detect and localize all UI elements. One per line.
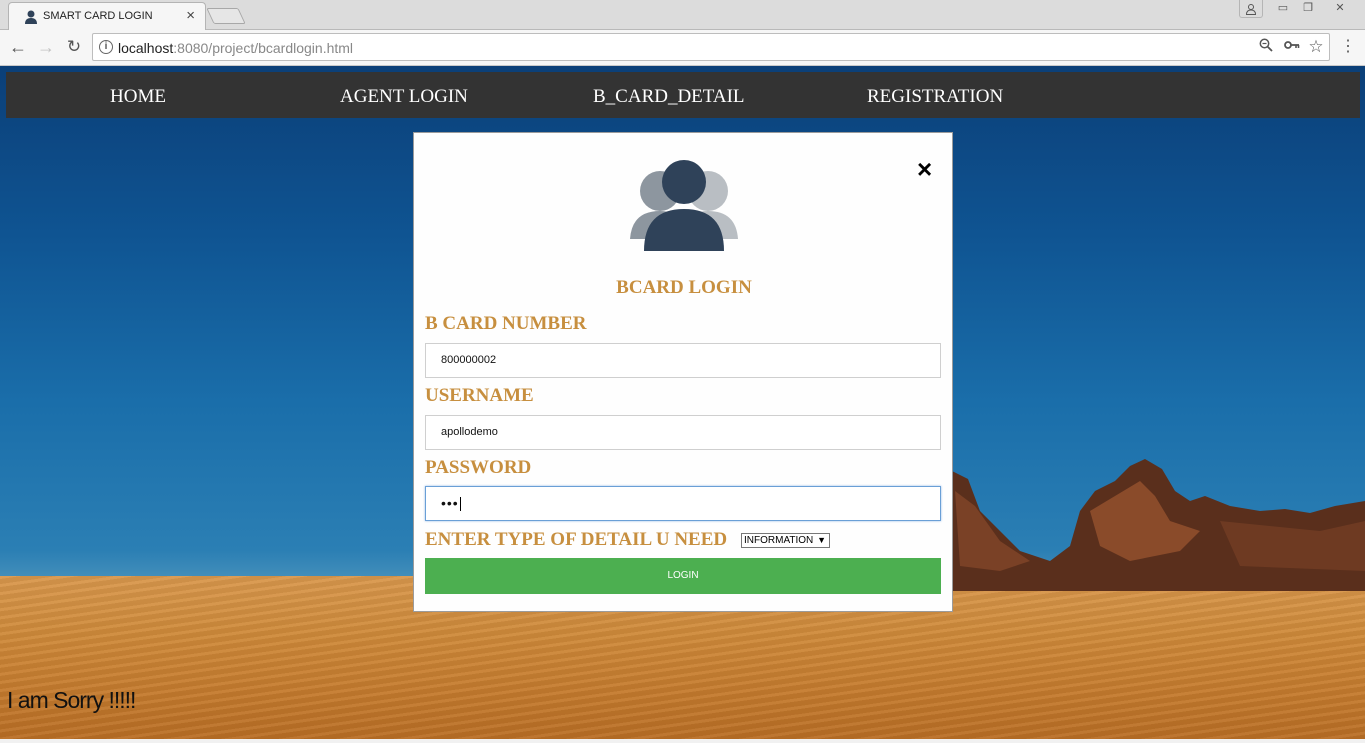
top-navigation: HOME AGENT LOGIN B_CARD_DETAIL REGISTRAT…	[6, 72, 1360, 118]
tab-close-icon[interactable]: ×	[186, 7, 195, 25]
tab-bar: SMART CARD LOGIN × ▭ ❐ ✕	[0, 0, 1365, 30]
sorry-message: I am Sorry !!!!!	[7, 687, 136, 713]
password-input[interactable]: •••	[425, 486, 941, 521]
url-host: localhost	[118, 40, 174, 56]
close-icon[interactable]: ×	[917, 156, 932, 182]
text-cursor	[459, 497, 461, 512]
username-input[interactable]: apollodemo	[425, 415, 941, 450]
reload-icon[interactable]: ↻	[62, 36, 86, 58]
info-icon[interactable]: i	[99, 40, 113, 54]
username-label: USERNAME	[425, 385, 534, 406]
bookmark-star-icon[interactable]: ☆	[1307, 38, 1325, 56]
user-profile-icon[interactable]	[1239, 0, 1263, 18]
nav-registration-link[interactable]: REGISTRATION	[867, 86, 1003, 108]
detail-type-selected: INFORMATION	[744, 535, 814, 546]
minimize-icon[interactable]: ▭	[1270, 0, 1296, 18]
new-tab-button[interactable]	[206, 8, 246, 24]
url-text[interactable]: localhost:8080/project/bcardlogin.html	[118, 40, 353, 56]
nav-bcard-detail-link[interactable]: B_CARD_DETAIL	[593, 86, 745, 108]
window-close-icon[interactable]: ✕	[1326, 0, 1354, 18]
kebab-menu-icon[interactable]: ⋮	[1340, 37, 1356, 59]
card-number-input[interactable]: 800000002	[425, 343, 941, 378]
password-masked-value: •••	[441, 495, 459, 511]
address-bar[interactable]: i localhost:8080/project/bcardlogin.html…	[92, 33, 1330, 61]
maximize-icon[interactable]: ❐	[1295, 0, 1321, 18]
detail-type-select[interactable]: INFORMATION ▼	[741, 533, 830, 548]
card-number-label: B CARD NUMBER	[425, 313, 587, 334]
login-title: BCARD LOGIN	[616, 277, 752, 298]
browser-tab[interactable]: SMART CARD LOGIN ×	[8, 2, 206, 30]
forward-arrow-icon[interactable]: →	[34, 36, 58, 58]
login-button[interactable]: LOGIN	[425, 558, 941, 594]
zoom-icon[interactable]	[1257, 38, 1275, 56]
key-icon[interactable]	[1283, 38, 1301, 56]
user-favicon-icon	[25, 10, 37, 24]
page-viewport: HOME AGENT LOGIN B_CARD_DETAIL REGISTRAT…	[0, 66, 1365, 739]
tab-title: SMART CARD LOGIN	[43, 10, 153, 22]
rock-formation-background	[940, 459, 1365, 591]
nav-home-link[interactable]: HOME	[110, 86, 166, 108]
detail-type-label: ENTER TYPE OF DETAIL U NEED	[425, 529, 728, 550]
dropdown-arrow-icon: ▼	[817, 535, 826, 545]
user-avatar-icon	[630, 160, 738, 251]
nav-agent-login-link[interactable]: AGENT LOGIN	[340, 86, 468, 108]
card-number-value: 800000002	[441, 354, 497, 366]
browser-toolbar: ← → ↻ i localhost:8080/project/bcardlogi…	[0, 30, 1365, 66]
bcard-login-modal: × BCARD LOGIN B CARD NUMBER 800000002 US…	[413, 132, 953, 612]
back-arrow-icon[interactable]: ←	[6, 36, 30, 58]
password-label: PASSWORD	[425, 457, 532, 478]
username-value: apollodemo	[441, 426, 498, 438]
url-path: :8080/project/bcardlogin.html	[173, 40, 354, 56]
